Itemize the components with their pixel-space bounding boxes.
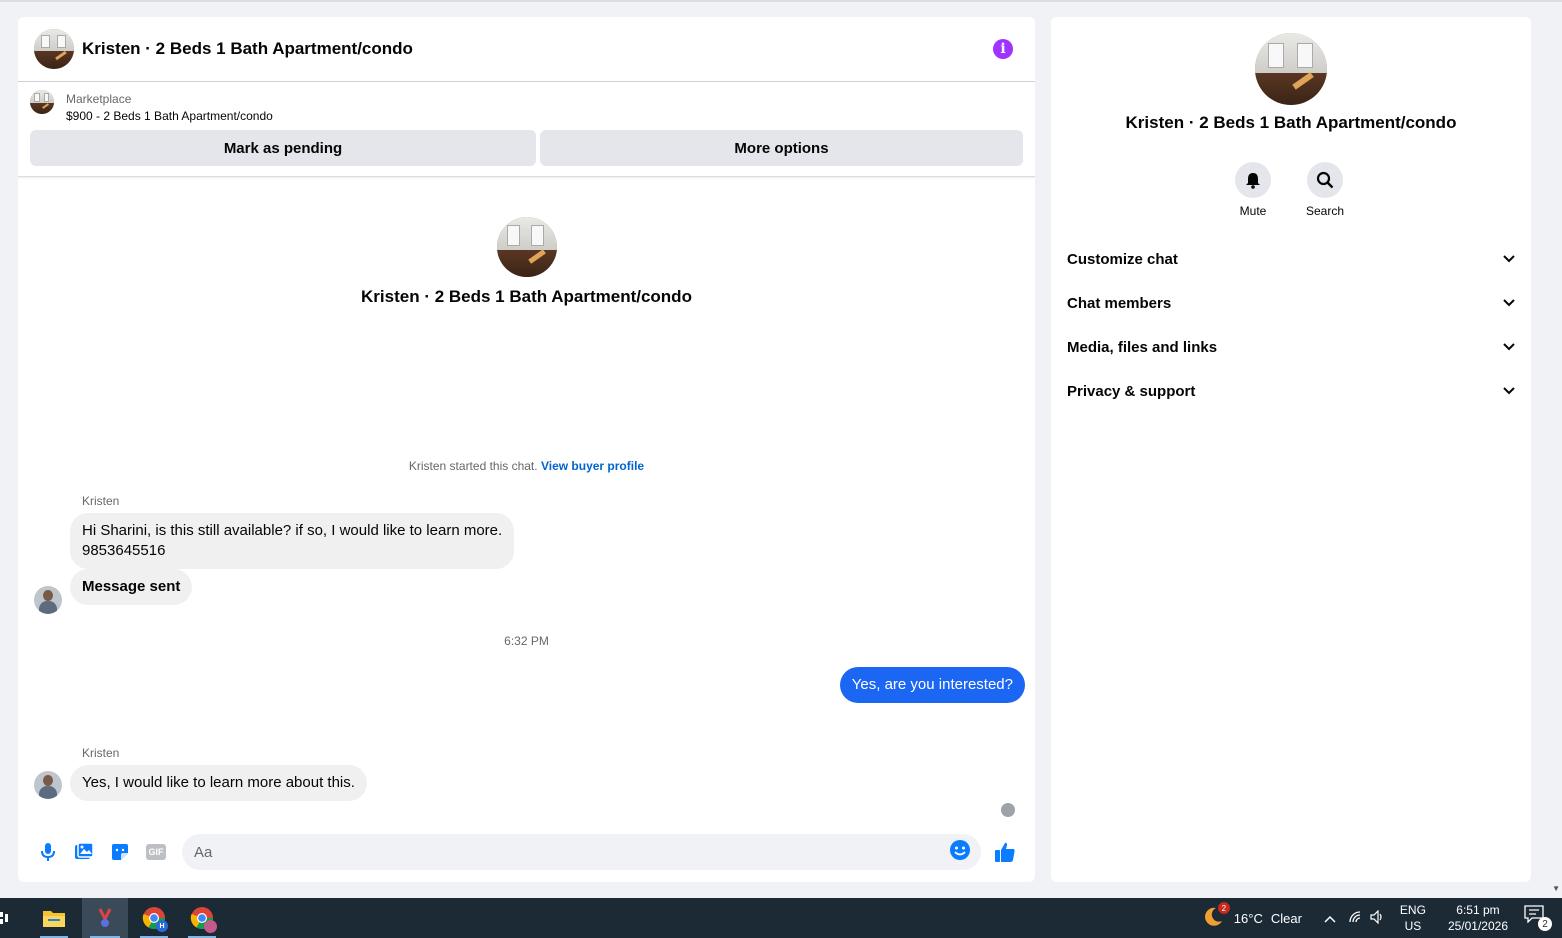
gif-label: GIF <box>146 844 166 860</box>
chat-members-section[interactable]: Chat members <box>1051 281 1531 325</box>
top-border <box>0 0 1562 2</box>
emoji-icon[interactable] <box>949 839 971 866</box>
sender-name: Kristen <box>82 494 120 508</box>
chevron-up-icon[interactable] <box>1324 911 1336 926</box>
message-timestamp: 6:32 PM <box>504 634 549 648</box>
search-icon[interactable] <box>1307 162 1343 198</box>
marketplace-bar: Marketplace $900 - 2 Beds 1 Bath Apartme… <box>18 82 1035 177</box>
chrome-profile-badge: H <box>156 920 168 932</box>
section-label: Media, files and links <box>1067 338 1218 356</box>
privacy-support-section[interactable]: Privacy & support <box>1051 369 1531 413</box>
clock[interactable]: 6:51 pm 25/01/2026 <box>1448 902 1508 934</box>
mute-action[interactable]: Mute <box>1223 162 1283 218</box>
chat-panel: Kristen · 2 Beds 1 Bath Apartment/condo … <box>18 17 1035 882</box>
thumbs-up-icon[interactable] <box>987 834 1023 870</box>
message-bubble-incoming[interactable]: Yes, I would like to learn more about th… <box>70 765 367 801</box>
chat-info-panel: Kristen · 2 Beds 1 Bath Apartment/condo … <box>1051 17 1531 882</box>
listing-thumbnail[interactable] <box>30 90 54 114</box>
chevron-down-icon <box>1503 255 1515 263</box>
volume-icon[interactable] <box>1370 909 1386 927</box>
weather-condition[interactable]: Clear <box>1271 911 1302 926</box>
region-label: US <box>1404 919 1422 933</box>
media-files-links-section[interactable]: Media, files and links <box>1051 325 1531 369</box>
info-sections: Customize chat Chat members Media, files… <box>1051 237 1531 413</box>
gif-icon[interactable]: GIF <box>138 834 174 870</box>
more-options-button[interactable]: More options <box>540 130 1023 166</box>
customize-chat-section[interactable]: Customize chat <box>1051 237 1531 281</box>
bell-icon[interactable] <box>1235 162 1271 198</box>
microphone-icon[interactable] <box>30 834 66 870</box>
chevron-down-icon <box>1503 387 1515 395</box>
search-action[interactable]: Search <box>1295 162 1355 218</box>
photo-icon[interactable] <box>66 834 102 870</box>
message-list: Kristen · 2 Beds 1 Bath Apartment/condo … <box>18 177 1035 823</box>
listing-summary[interactable]: $900 - 2 Beds 1 Bath Apartment/condo <box>66 107 273 125</box>
view-buyer-profile-link[interactable]: View buyer profile <box>541 459 644 473</box>
language-label: ENG <box>1399 903 1426 917</box>
search-label: Search <box>1305 204 1345 218</box>
notification-count: 2 <box>1538 917 1552 931</box>
section-label: Chat members <box>1067 294 1172 312</box>
chat-intro: Kristen · 2 Beds 1 Bath Apartment/condo <box>18 217 1035 307</box>
seen-indicator-avatar <box>1001 803 1015 817</box>
chrome-icon[interactable]: H <box>134 898 174 938</box>
sticker-icon[interactable] <box>102 834 138 870</box>
message-input[interactable] <box>194 843 949 861</box>
message-bubble-outgoing[interactable]: Yes, are you interested? <box>839 667 1025 703</box>
sender-name: Kristen <box>82 746 120 760</box>
kristen-avatar[interactable] <box>34 771 62 799</box>
message-bubble-incoming[interactable]: Message sent <box>70 569 193 605</box>
intro-avatar[interactable] <box>496 217 557 277</box>
info-title: Kristen · 2 Beds 1 Bath Apartment/condo <box>1125 113 1457 132</box>
clock-time: 6:51 pm <box>1456 903 1500 917</box>
message-phone: 9853645516 <box>82 542 166 559</box>
message-composer: GIF <box>18 822 1035 882</box>
language-indicator[interactable]: ENG US <box>1400 902 1426 934</box>
kristen-avatar[interactable] <box>34 586 62 614</box>
listing-avatar[interactable] <box>34 29 74 69</box>
chevron-down-icon <box>1503 299 1515 307</box>
snipping-tool-icon[interactable] <box>82 898 128 938</box>
mute-label: Mute <box>1239 204 1267 218</box>
chrome-profile-icon[interactable] <box>182 898 222 938</box>
message-text: Hi Sharini, is this still available? if … <box>82 522 503 539</box>
clock-date: 25/01/2026 <box>1447 919 1508 933</box>
marketplace-label: Marketplace <box>66 92 132 106</box>
started-text: Kristen started this chat. <box>408 459 538 473</box>
weather-icon[interactable]: 2 <box>1202 902 1230 930</box>
chat-title[interactable]: Kristen · 2 Beds 1 Bath Apartment/condo <box>82 39 413 59</box>
section-label: Privacy & support <box>1067 382 1196 400</box>
info-icon[interactable]: i <box>993 39 1013 59</box>
profile-badge <box>204 920 217 933</box>
message-input-wrapper <box>182 834 981 870</box>
task-view-icon[interactable] <box>0 898 14 938</box>
weather-badge: 2 <box>1217 902 1230 914</box>
chevron-down-icon <box>1503 343 1515 351</box>
chat-started-notice: Kristen started this chat. View buyer pr… <box>18 459 1035 473</box>
intro-title: Kristen · 2 Beds 1 Bath Apartment/condo <box>361 287 692 306</box>
windows-taskbar: H 2 16°C Clear ENG US 6:51 pm 25/01/2026 <box>0 898 1562 938</box>
chat-header: Kristen · 2 Beds 1 Bath Apartment/condo … <box>18 17 1035 82</box>
notification-icon[interactable]: 2 <box>1524 905 1552 931</box>
message-bubble-incoming[interactable]: Hi Sharini, is this still available? if … <box>70 513 515 569</box>
file-explorer-icon[interactable] <box>34 898 74 938</box>
weather-temp[interactable]: 16°C <box>1234 911 1263 926</box>
wifi-icon[interactable] <box>1348 910 1364 927</box>
mark-pending-button[interactable]: Mark as pending <box>30 130 536 166</box>
system-tray: 2 16°C Clear ENG US 6:51 pm 25/01/2026 2 <box>1202 898 1562 938</box>
scrollbar-down-arrow[interactable]: ▼ <box>1552 884 1560 893</box>
info-avatar[interactable] <box>1255 33 1327 105</box>
section-label: Customize chat <box>1067 250 1178 268</box>
